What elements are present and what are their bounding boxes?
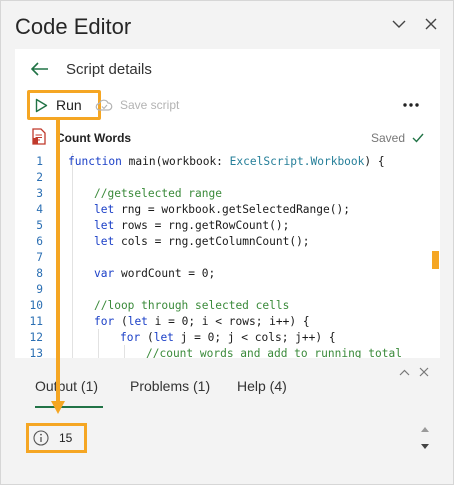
code-line: 5 let rows = rng.getRowCount(); [15,218,433,234]
chevron-up-icon[interactable] [397,365,411,379]
annotation-arrow-head [51,401,65,414]
code-line: 3 //getselected range [15,186,433,202]
checkmark-icon [412,133,424,143]
code-line: 7 [15,250,433,266]
bottom-panel-tabs: Output (1) Problems (1) Help (4) [15,360,440,408]
line-number: 4 [36,203,43,216]
script-name: Count Words [56,131,132,145]
close-panel-icon[interactable] [417,365,431,379]
line-number: 12 [29,331,43,344]
tab-output[interactable]: Output (1) [35,378,98,394]
code-text: //loop through selected cells [94,299,290,312]
code-line: 6 let cols = rng.getColumnCount(); [15,234,433,250]
save-script-button[interactable]: Save script [95,96,179,114]
script-details-card: Script details Run Save script Count Wor… [15,49,440,358]
line-number: 5 [36,219,43,232]
output-value: 15 [59,431,73,445]
output-entry: 15 [26,423,87,453]
close-icon[interactable] [422,15,440,33]
bottom-panel: Output (1) Problems (1) Help (4) 15 [15,360,440,470]
cloud-save-icon [95,98,113,112]
line-number: 2 [36,171,43,184]
tab-problems[interactable]: Problems (1) [130,378,210,394]
script-file-icon [32,128,46,150]
line-number: 11 [29,315,43,328]
code-line: 1 function main(workbook: ExcelScript.Wor… [15,154,433,170]
code-text: function main(workbook: ExcelScript.Work… [68,155,385,168]
run-button[interactable]: Run [27,90,101,120]
script-details-nav: Script details [15,49,440,89]
pane-title: Code Editor [15,14,132,39]
line-number: 6 [36,235,43,248]
script-details-title: Script details [66,61,152,78]
scrollbar-marker [432,251,439,269]
line-number: 3 [36,187,43,200]
pane-header: Code Editor [1,1,453,49]
script-toolbar: Run Save script [15,89,440,121]
info-icon [33,430,49,446]
line-number: 1 [36,155,43,168]
active-tab-indicator [35,406,103,408]
code-editor-pane: Code Editor Script details Run Save scri… [0,0,454,485]
save-status-label: Saved [371,131,406,145]
script-name-row: Count Words Saved [15,127,440,151]
play-icon [35,98,48,113]
code-text: for (let i = 0; i < rows; i++) { [94,315,310,328]
code-text: var wordCount = 0; [94,267,216,280]
output-scroll[interactable] [419,424,431,452]
code-text: let rows = rng.getRowCount(); [94,219,290,232]
run-label: Run [56,97,82,113]
code-text: let cols = rng.getColumnCount(); [94,235,310,248]
save-status: Saved [371,131,424,145]
code-text: let rng = workbook.getSelectedRange(); [94,203,350,216]
code-line: 12 for (let j = 0; j < cols; j++) { [15,330,433,346]
code-line: 4 let rng = workbook.getSelectedRange(); [15,202,433,218]
code-text: //count words and add to running total [146,347,402,358]
code-text: //getselected range [94,187,222,200]
tab-help[interactable]: Help (4) [237,378,287,394]
code-editor[interactable]: 1 function main(workbook: ExcelScript.Wor… [15,153,440,358]
code-line: 9 [15,282,433,298]
line-number: 10 [29,299,43,312]
line-number: 13 [29,347,43,358]
annotation-arrow [56,120,60,403]
save-script-label: Save script [120,98,180,112]
back-arrow-icon[interactable] [29,59,51,79]
line-number: 7 [36,251,43,264]
line-number: 8 [36,267,43,280]
more-icon[interactable] [401,96,421,114]
code-line: 2 [15,170,433,186]
line-number: 9 [36,283,43,296]
code-text: for (let j = 0; j < cols; j++) { [120,331,336,344]
chevron-down-icon[interactable] [390,15,408,33]
code-line: 8 var wordCount = 0; [15,266,433,282]
code-line: 13 //count words and add to running total [15,346,433,358]
code-line: 11 for (let i = 0; i < rows; i++) { [15,314,433,330]
code-line: 10 //loop through selected cells [15,298,433,314]
